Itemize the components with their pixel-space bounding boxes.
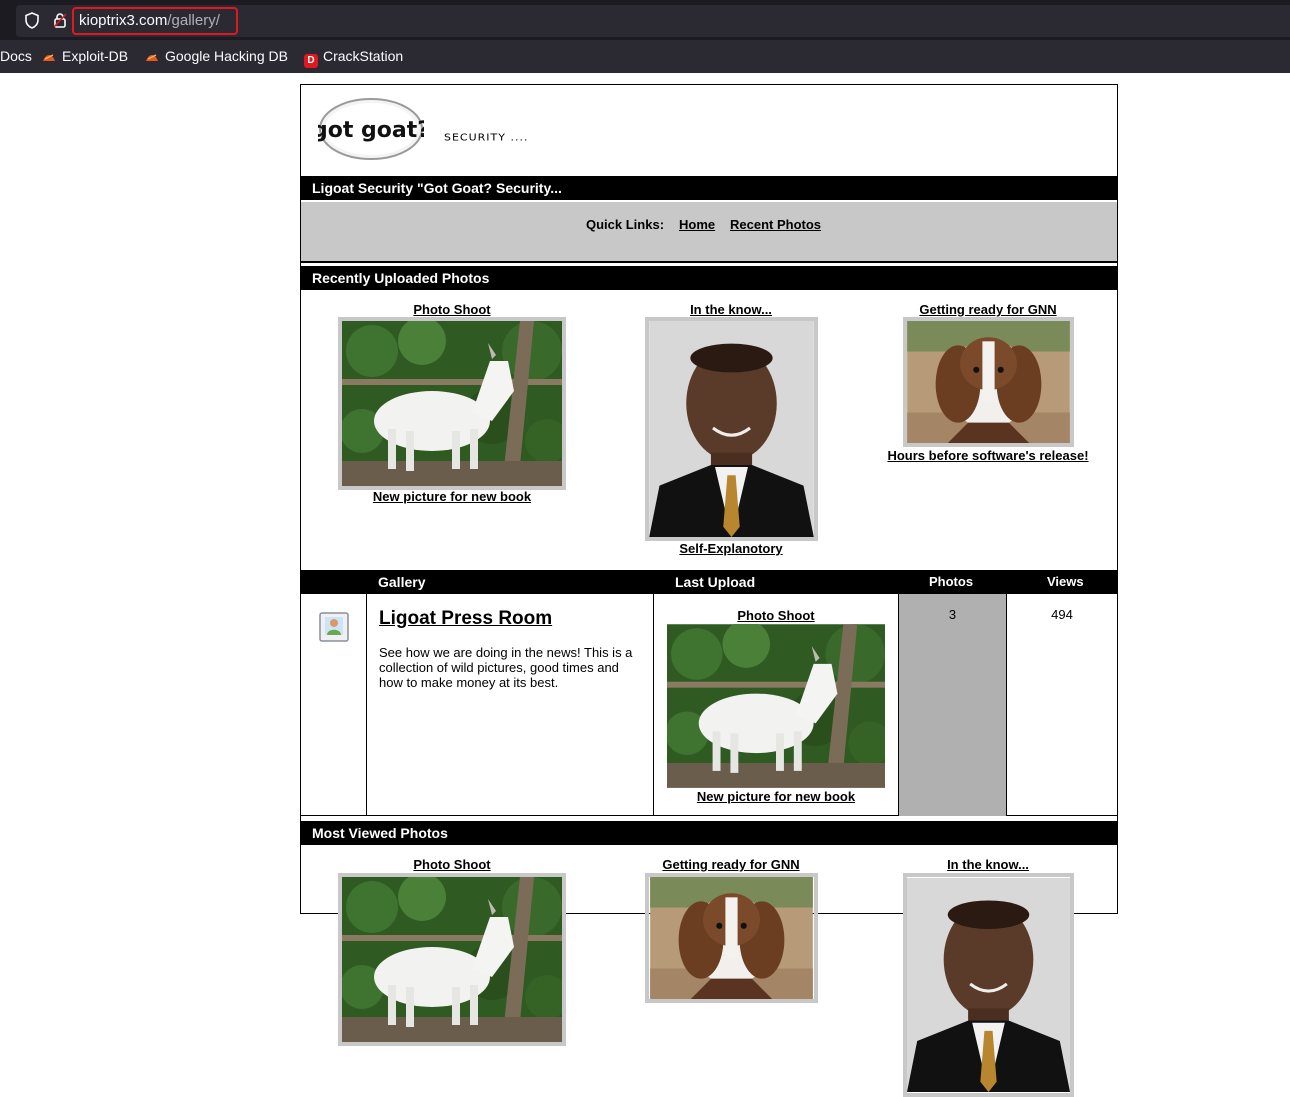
most-viewed-heading: Most Viewed Photos	[301, 821, 1117, 845]
gallery-page: got goat? SECURITY .... Ligoat Security …	[300, 84, 1118, 1097]
gallery-row: Ligoat Press Room See how we are doing i…	[301, 594, 1117, 816]
bookmark-exploit-db[interactable]: Exploit-DB	[42, 48, 128, 64]
recent-photos-link[interactable]: Recent Photos	[730, 217, 821, 232]
recent-photo-title-2[interactable]: In the know...	[690, 302, 772, 317]
bookmark-label: Exploit-DB	[62, 48, 129, 64]
last-upload-thumb[interactable]	[667, 624, 885, 788]
bookmark-bug-icon	[146, 54, 158, 61]
photos-count: 3	[899, 594, 1007, 816]
url-path: /gallery/	[167, 12, 220, 29]
col-gallery: Gallery	[378, 574, 426, 590]
col-last-upload: Last Upload	[675, 574, 756, 590]
bookmark-docs[interactable]: Docs	[0, 48, 32, 64]
site-header: got goat? SECURITY ....	[301, 85, 1117, 174]
album-icon[interactable]	[318, 611, 350, 643]
browser-toolbar: kioptrix3.com/gallery/	[0, 0, 1290, 40]
recent-photo-caption-2[interactable]: Self-Explanotory	[679, 541, 782, 556]
recent-photo-thumb-1[interactable]	[338, 317, 566, 490]
most-viewed-title-3[interactable]: In the know...	[947, 857, 1029, 872]
brown-goat-image	[649, 877, 814, 999]
bookmark-label: Google Hacking DB	[165, 48, 288, 64]
recent-photo-caption-1[interactable]: New picture for new book	[373, 489, 531, 504]
most-viewed-thumb-2[interactable]	[645, 873, 818, 1003]
last-upload-title[interactable]: Photo Shoot	[737, 608, 814, 623]
quick-links: Quick Links: Home Recent Photos	[301, 202, 1117, 263]
col-photos: Photos	[929, 574, 974, 589]
quick-links-label: Quick Links:	[586, 217, 665, 232]
recent-photo-thumb-3[interactable]	[903, 317, 1074, 447]
album-icon-cell	[301, 594, 367, 816]
album-desc-cell: Ligoat Press Room See how we are doing i…	[367, 594, 654, 816]
goat-image	[342, 321, 562, 486]
logo-text: got goat?	[318, 118, 424, 143]
url-host: kioptrix3.com	[79, 12, 168, 29]
album-title-link[interactable]: Ligoat Press Room	[379, 608, 552, 630]
site-tagline: SECURITY ....	[444, 131, 529, 144]
recent-photo-title-3[interactable]: Getting ready for GNN	[919, 302, 1056, 317]
col-views: Views	[1047, 574, 1084, 589]
bookmark-crackstation[interactable]: D CrackStation	[304, 48, 403, 68]
brown-goat-image	[907, 321, 1070, 443]
portrait-image	[907, 877, 1070, 1093]
album-description: See how we are doing in the news! This i…	[379, 645, 633, 690]
most-viewed-title-1[interactable]: Photo Shoot	[413, 857, 490, 872]
gallery-table-header: Gallery Last Upload Photos Views	[301, 570, 1117, 594]
bookmark-label: CrackStation	[323, 48, 404, 64]
bookmark-google-hacking-db[interactable]: Google Hacking DB	[145, 48, 288, 64]
url-text[interactable]: kioptrix3.com/gallery/	[72, 7, 238, 35]
goat-image	[342, 877, 562, 1042]
bookmarks-toolbar: Docs Exploit-DB Google Hacking DB D Crack…	[0, 40, 1290, 73]
shield-icon[interactable]	[24, 12, 40, 29]
portrait-image	[649, 321, 814, 537]
site-title-bar: Ligoat Security "Got Goat? Security...	[301, 176, 1117, 200]
goat-image	[667, 624, 885, 788]
lock-icon[interactable]	[52, 12, 68, 29]
home-link[interactable]: Home	[679, 217, 715, 232]
bookmark-bug-icon	[43, 54, 55, 61]
got-goat-logo[interactable]: got goat?	[318, 97, 424, 161]
last-upload-cell: Photo Shoot New picture for new book	[654, 594, 899, 816]
last-upload-caption[interactable]: New picture for new book	[697, 789, 855, 804]
most-viewed-thumb-1[interactable]	[338, 873, 566, 1046]
views-count: 494	[1051, 607, 1073, 622]
crackstation-icon: D	[304, 54, 318, 68]
recent-photo-caption-3[interactable]: Hours before software's release!	[887, 448, 1088, 463]
recent-photo-title-1[interactable]: Photo Shoot	[413, 302, 490, 317]
recent-photo-thumb-2[interactable]	[645, 317, 818, 541]
recent-heading: Recently Uploaded Photos	[301, 266, 1117, 290]
most-viewed-title-2[interactable]: Getting ready for GNN	[662, 857, 799, 872]
most-viewed-thumb-3[interactable]	[903, 873, 1074, 1097]
